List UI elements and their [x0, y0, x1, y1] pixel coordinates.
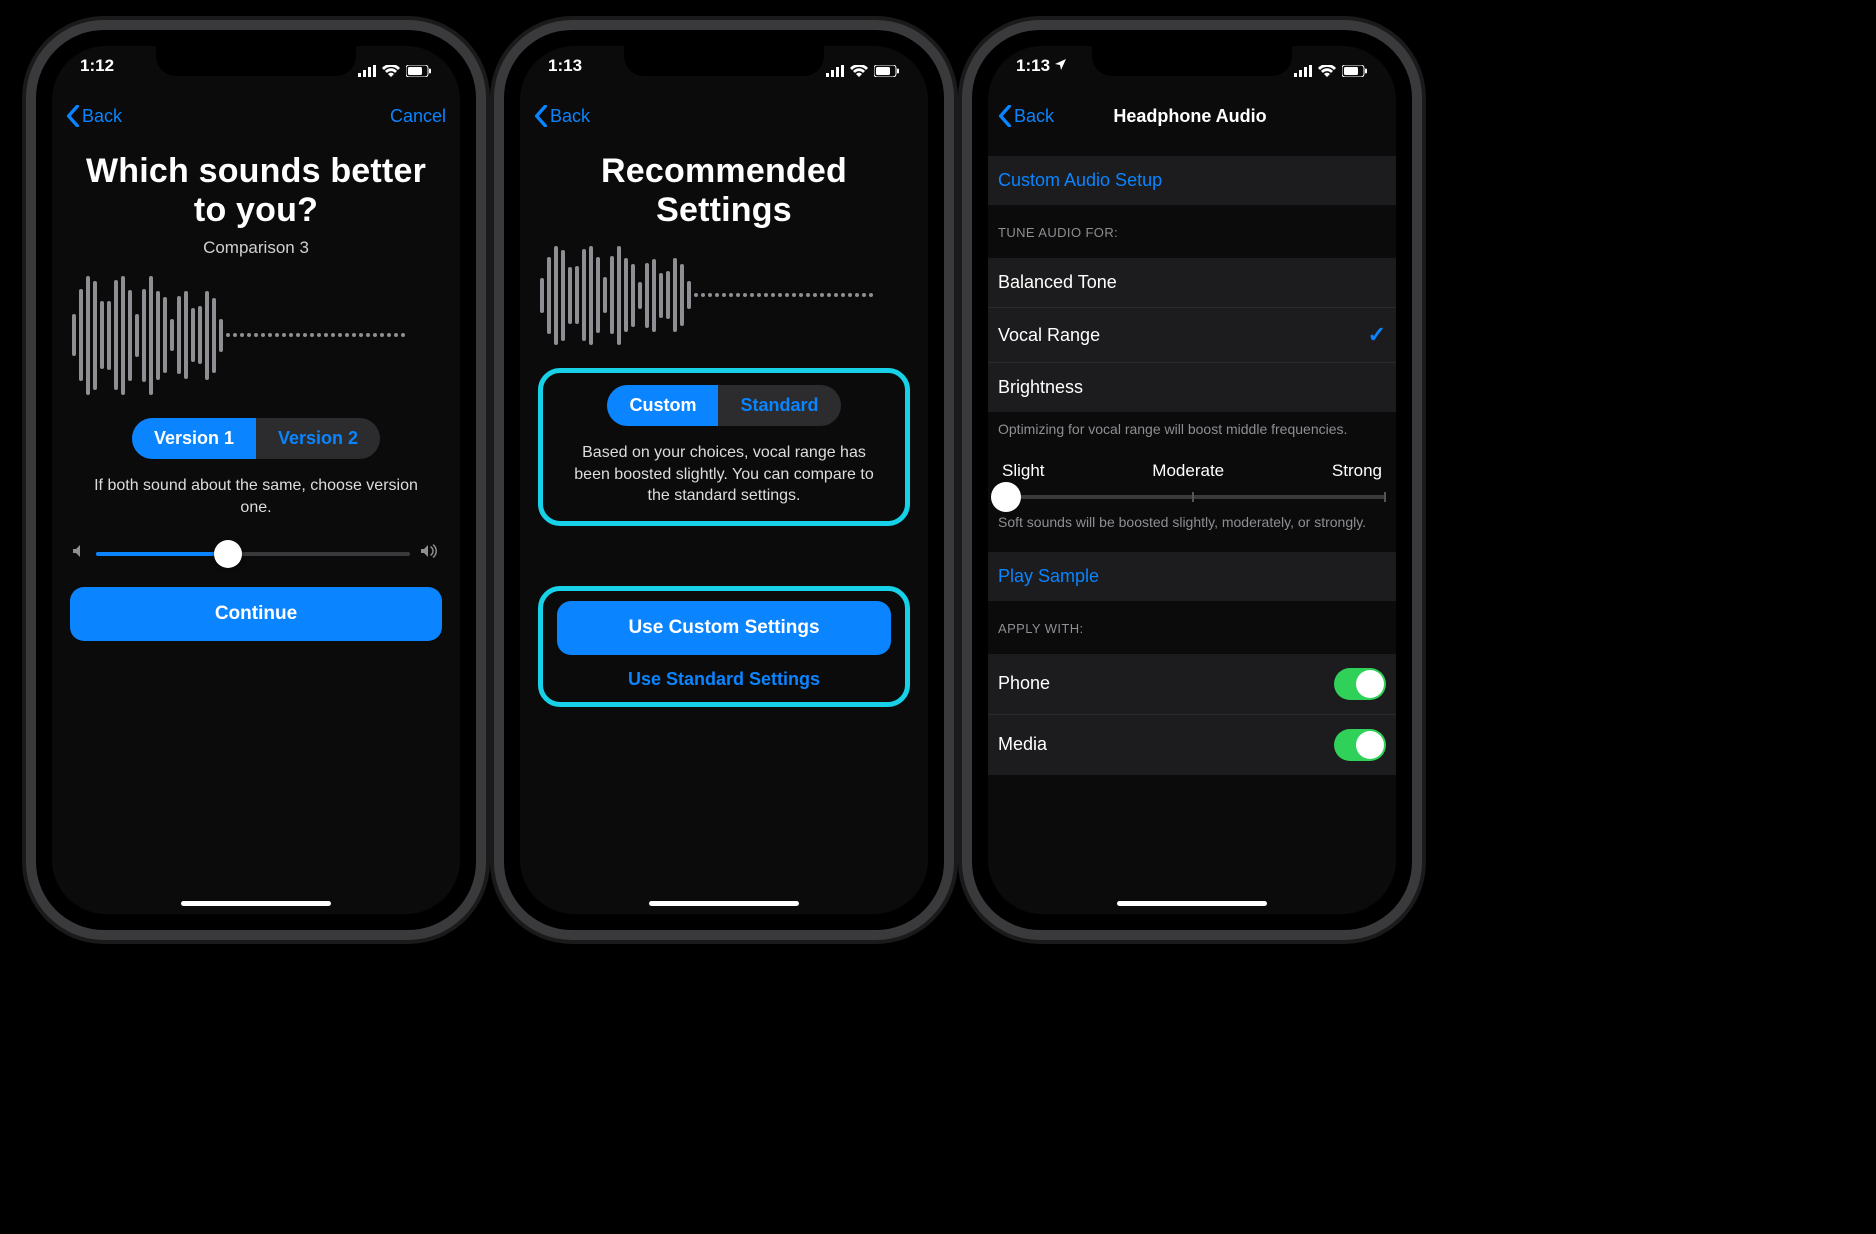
tune-option-vocal[interactable]: Vocal Range ✓ — [988, 308, 1396, 363]
level-slight-label: Slight — [1002, 461, 1045, 481]
back-button[interactable]: Back — [534, 105, 590, 127]
wifi-icon — [382, 65, 400, 77]
notch — [156, 46, 356, 76]
highlight-actions-section: Use Custom Settings Use Standard Setting… — [538, 586, 910, 707]
phone-headphone-audio: 1:13 Back Headphone Audio — [972, 30, 1412, 930]
volume-slider[interactable] — [72, 544, 440, 563]
volume-thumb[interactable] — [214, 540, 242, 568]
cellular-icon — [826, 65, 844, 77]
tune-option-label: Vocal Range — [998, 325, 1100, 346]
level-moderate-label: Moderate — [1152, 461, 1224, 481]
status-time: 1:13 — [1016, 56, 1066, 86]
apply-phone-label: Phone — [998, 673, 1050, 694]
battery-icon — [406, 65, 432, 77]
phone-toggle[interactable] — [1334, 668, 1386, 700]
page-title: Recommended Settings — [534, 152, 914, 230]
segment-standard[interactable]: Standard — [718, 385, 840, 426]
back-label: Back — [1014, 106, 1054, 127]
cellular-icon — [1294, 65, 1312, 77]
tune-option-brightness[interactable]: Brightness — [988, 363, 1396, 412]
volume-low-icon — [72, 544, 86, 563]
phone-recommended: 1:13 Back Recommended Settings — [504, 30, 944, 930]
apply-with-header: APPLY WITH: — [988, 601, 1396, 642]
phone-comparison: 1:12 Back Cancel Which sounds better to … — [36, 30, 476, 930]
tune-option-label: Brightness — [998, 377, 1083, 398]
volume-track[interactable] — [96, 552, 410, 556]
home-indicator[interactable] — [649, 901, 799, 906]
battery-icon — [874, 65, 900, 77]
chevron-left-icon — [66, 105, 80, 127]
back-label: Back — [550, 106, 590, 127]
custom-audio-setup-label: Custom Audio Setup — [998, 170, 1162, 191]
segment-version-2[interactable]: Version 2 — [256, 418, 380, 459]
highlight-custom-section: Custom Standard Based on your choices, v… — [538, 368, 910, 526]
custom-audio-setup-row[interactable]: Custom Audio Setup — [988, 156, 1396, 205]
waveform-graphic — [66, 270, 446, 400]
comparison-subtitle: Comparison 3 — [66, 238, 446, 258]
custom-standard-segmented[interactable]: Custom Standard — [607, 385, 840, 426]
status-time: 1:12 — [80, 56, 114, 86]
status-time: 1:13 — [548, 56, 582, 86]
description-text: Based on your choices, vocal range has b… — [553, 442, 895, 507]
notch — [1092, 46, 1292, 76]
apply-media-row[interactable]: Media — [988, 715, 1396, 775]
wifi-icon — [850, 65, 868, 77]
level-strong-label: Strong — [1332, 461, 1382, 481]
play-sample-label: Play Sample — [998, 566, 1099, 587]
checkmark-icon: ✓ — [1368, 322, 1386, 348]
back-button[interactable]: Back — [66, 105, 122, 127]
cancel-button[interactable]: Cancel — [390, 106, 446, 127]
instructions-text: If both sound about the same, choose ver… — [66, 475, 446, 518]
wifi-icon — [1318, 65, 1336, 77]
home-indicator[interactable] — [181, 901, 331, 906]
location-icon — [1055, 59, 1066, 70]
boost-slider-thumb[interactable] — [991, 482, 1021, 512]
nav-title: Headphone Audio — [1054, 106, 1326, 127]
version-segmented-control[interactable]: Version 1 Version 2 — [132, 418, 380, 459]
notch — [624, 46, 824, 76]
cellular-icon — [358, 65, 376, 77]
level-footer-note: Soft sounds will be boosted slightly, mo… — [988, 505, 1396, 532]
apply-media-label: Media — [998, 734, 1047, 755]
tune-footer-note: Optimizing for vocal range will boost mi… — [988, 412, 1396, 439]
use-custom-button[interactable]: Use Custom Settings — [557, 601, 891, 655]
boost-level-slider[interactable] — [998, 495, 1386, 499]
tune-option-balanced[interactable]: Balanced Tone — [988, 258, 1396, 308]
use-standard-link[interactable]: Use Standard Settings — [553, 669, 895, 690]
segment-version-1[interactable]: Version 1 — [132, 418, 256, 459]
back-label: Back — [82, 106, 122, 127]
apply-phone-row[interactable]: Phone — [988, 654, 1396, 715]
segment-custom[interactable]: Custom — [607, 385, 718, 426]
media-toggle[interactable] — [1334, 729, 1386, 761]
page-title: Which sounds better to you? — [66, 152, 446, 230]
tune-option-label: Balanced Tone — [998, 272, 1117, 293]
chevron-left-icon — [534, 105, 548, 127]
waveform-graphic — [534, 240, 914, 350]
home-indicator[interactable] — [1117, 901, 1267, 906]
battery-icon — [1342, 65, 1368, 77]
play-sample-row[interactable]: Play Sample — [988, 552, 1396, 601]
volume-high-icon — [420, 544, 440, 563]
back-button[interactable]: Back — [998, 105, 1054, 127]
continue-button[interactable]: Continue — [70, 587, 442, 641]
chevron-left-icon — [998, 105, 1012, 127]
tune-audio-header: TUNE AUDIO FOR: — [988, 205, 1396, 246]
